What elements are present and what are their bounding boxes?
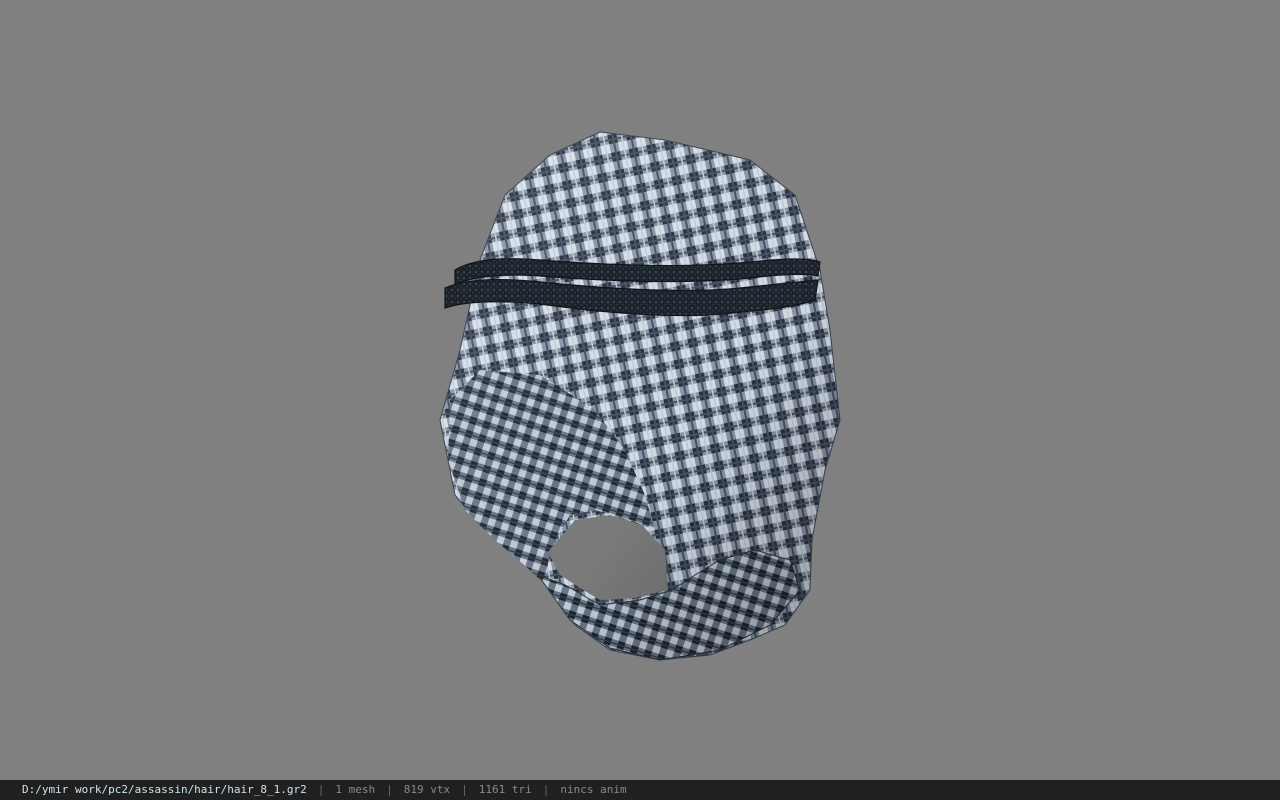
headscarf-model[interactable] bbox=[420, 120, 860, 670]
separator: | bbox=[317, 783, 325, 796]
3d-viewport[interactable] bbox=[0, 0, 1280, 780]
mesh-count: 1 mesh bbox=[335, 783, 376, 796]
separator: | bbox=[461, 783, 468, 796]
status-bar: D:/ymir work/pc2/assassin/hair/hair_8_1.… bbox=[0, 780, 1280, 800]
triangle-count: 1161 tri bbox=[478, 783, 532, 796]
file-path: D:/ymir work/pc2/assassin/hair/hair_8_1.… bbox=[22, 783, 307, 796]
anim-status: nincs anim bbox=[560, 783, 627, 796]
separator: | bbox=[386, 783, 393, 796]
vertex-count: 819 vtx bbox=[403, 783, 451, 796]
separator: | bbox=[542, 783, 550, 796]
